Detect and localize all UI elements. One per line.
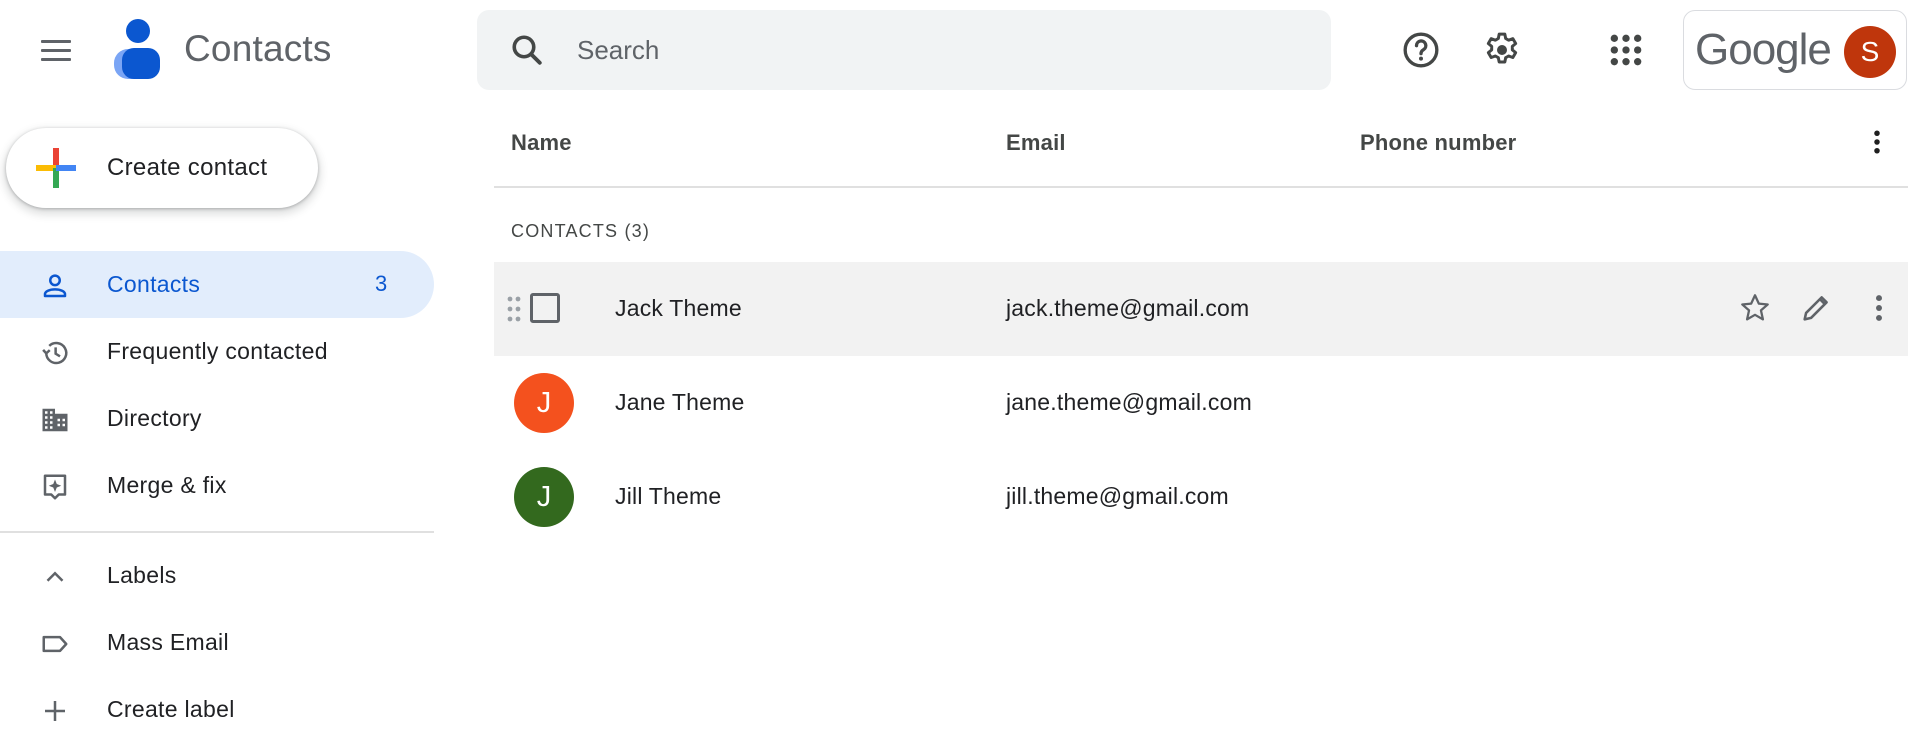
contacts-logo-icon bbox=[114, 19, 160, 79]
google-logo: Google bbox=[1695, 25, 1832, 74]
search-bar[interactable] bbox=[477, 10, 1331, 90]
row-select-checkbox[interactable] bbox=[530, 293, 560, 323]
contact-avatar: J bbox=[514, 373, 574, 433]
sidebar-item-directory[interactable]: Directory bbox=[0, 385, 434, 452]
contact-name: Jill Theme bbox=[615, 483, 722, 509]
table-row[interactable]: J Jane Theme jane.theme@gmail.com bbox=[494, 356, 1908, 450]
history-icon bbox=[42, 341, 68, 365]
building-icon bbox=[42, 408, 68, 432]
labels-section-toggle[interactable]: Labels bbox=[0, 542, 434, 609]
sidebar-item-label: Directory bbox=[107, 405, 202, 431]
contact-avatar: J bbox=[514, 467, 574, 527]
header-divider bbox=[494, 186, 1908, 188]
contacts-section-label: CONTACTS (3) bbox=[511, 221, 651, 241]
sidebar-item-label: Mass Email bbox=[107, 629, 229, 655]
merge-fix-icon bbox=[43, 474, 67, 500]
gear-icon[interactable] bbox=[1482, 30, 1522, 70]
labels-header: Labels bbox=[107, 562, 177, 588]
sidebar-item-label: Merge & fix bbox=[107, 472, 227, 498]
hamburger-menu-icon bbox=[41, 39, 71, 43]
create-contact-label: Create contact bbox=[107, 154, 268, 181]
sidebar-item-label: Contacts bbox=[107, 271, 201, 297]
sidebar-divider bbox=[0, 531, 434, 533]
table-row[interactable]: J Jill Theme jill.theme@gmail.com bbox=[494, 450, 1908, 544]
drag-handle-icon[interactable] bbox=[506, 295, 522, 323]
search-icon[interactable] bbox=[509, 32, 545, 68]
sidebar-item-label: Create label bbox=[107, 696, 235, 722]
contact-name: Jack Theme bbox=[615, 295, 742, 321]
contacts-count-badge: 3 bbox=[375, 271, 388, 296]
more-vert-icon[interactable] bbox=[1862, 291, 1896, 325]
label-tag-icon bbox=[42, 635, 68, 653]
table-row[interactable]: Jack Theme jack.theme@gmail.com bbox=[494, 262, 1908, 356]
contact-email: jack.theme@gmail.com bbox=[1006, 295, 1250, 321]
sidebar-item-label: Frequently contacted bbox=[107, 338, 328, 364]
person-icon bbox=[43, 274, 67, 298]
edit-pencil-icon[interactable] bbox=[1799, 291, 1833, 325]
colorful-plus-icon bbox=[36, 148, 76, 188]
contact-name: Jane Theme bbox=[615, 389, 745, 415]
sidebar-label-mass-email[interactable]: Mass Email bbox=[0, 609, 434, 676]
contact-email: jane.theme@gmail.com bbox=[1006, 389, 1252, 415]
app-title: Contacts bbox=[184, 28, 332, 69]
plus-icon bbox=[45, 701, 65, 721]
more-vert-icon[interactable] bbox=[1862, 124, 1892, 160]
create-contact-button[interactable]: Create contact bbox=[6, 128, 318, 208]
column-header-email[interactable]: Email bbox=[1006, 130, 1066, 156]
sidebar-item-merge-fix[interactable]: Merge & fix bbox=[0, 452, 434, 519]
create-label-button[interactable]: Create label bbox=[0, 676, 434, 743]
sidebar-item-contacts[interactable]: Contacts 3 bbox=[0, 251, 434, 318]
sidebar-item-frequently-contacted[interactable]: Frequently contacted bbox=[0, 318, 434, 385]
chevron-up-icon bbox=[46, 571, 64, 582]
search-input[interactable] bbox=[577, 10, 1297, 90]
apps-grid-icon[interactable] bbox=[1606, 30, 1646, 70]
column-header-name[interactable]: Name bbox=[511, 130, 572, 156]
help-circle-icon[interactable] bbox=[1401, 30, 1441, 70]
app-header: Contacts Google S bbox=[0, 0, 1918, 100]
account-switcher[interactable]: Google S bbox=[1683, 10, 1907, 90]
star-icon[interactable] bbox=[1738, 291, 1772, 325]
main-menu-button[interactable] bbox=[36, 30, 76, 70]
column-header-phone[interactable]: Phone number bbox=[1360, 130, 1516, 156]
contact-email: jill.theme@gmail.com bbox=[1006, 483, 1229, 509]
account-avatar[interactable]: S bbox=[1844, 26, 1896, 78]
